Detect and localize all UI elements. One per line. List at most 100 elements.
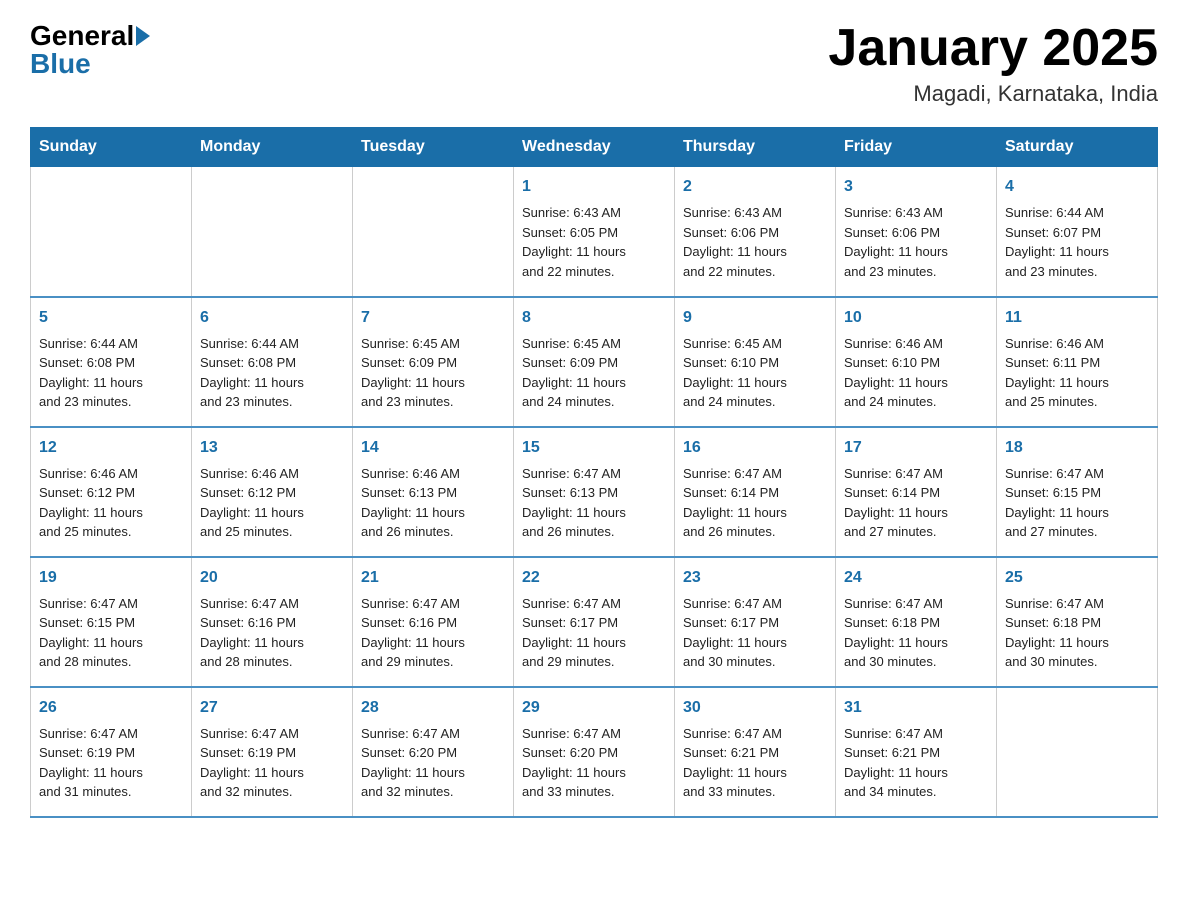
logo-blue-text: Blue [30, 48, 91, 79]
day-number: 15 [522, 436, 666, 460]
calendar-day-18: 18 Sunrise: 6:47 AM Sunset: 6:15 PM Dayli… [997, 427, 1158, 557]
day-info: Sunrise: 6:47 AM Sunset: 6:15 PM Dayligh… [39, 594, 183, 672]
calendar-empty-cell [353, 167, 514, 297]
day-info: Sunrise: 6:47 AM Sunset: 6:19 PM Dayligh… [200, 724, 344, 802]
calendar-day-7: 7 Sunrise: 6:45 AM Sunset: 6:09 PM Daylig… [353, 297, 514, 427]
calendar-day-27: 27 Sunrise: 6:47 AM Sunset: 6:19 PM Dayli… [192, 687, 353, 817]
day-info: Sunrise: 6:46 AM Sunset: 6:13 PM Dayligh… [361, 464, 505, 542]
day-info: Sunrise: 6:47 AM Sunset: 6:20 PM Dayligh… [522, 724, 666, 802]
day-number: 23 [683, 566, 827, 590]
calendar-day-11: 11 Sunrise: 6:46 AM Sunset: 6:11 PM Dayli… [997, 297, 1158, 427]
calendar-day-31: 31 Sunrise: 6:47 AM Sunset: 6:21 PM Dayli… [836, 687, 997, 817]
day-info: Sunrise: 6:45 AM Sunset: 6:10 PM Dayligh… [683, 334, 827, 412]
calendar-day-23: 23 Sunrise: 6:47 AM Sunset: 6:17 PM Dayli… [675, 557, 836, 687]
day-info: Sunrise: 6:45 AM Sunset: 6:09 PM Dayligh… [361, 334, 505, 412]
day-number: 7 [361, 306, 505, 330]
calendar-day-24: 24 Sunrise: 6:47 AM Sunset: 6:18 PM Dayli… [836, 557, 997, 687]
day-number: 11 [1005, 306, 1149, 330]
day-number: 24 [844, 566, 988, 590]
day-info: Sunrise: 6:43 AM Sunset: 6:05 PM Dayligh… [522, 203, 666, 281]
day-info: Sunrise: 6:47 AM Sunset: 6:21 PM Dayligh… [683, 724, 827, 802]
day-info: Sunrise: 6:46 AM Sunset: 6:12 PM Dayligh… [39, 464, 183, 542]
day-number: 14 [361, 436, 505, 460]
day-number: 28 [361, 696, 505, 720]
day-number: 6 [200, 306, 344, 330]
day-number: 8 [522, 306, 666, 330]
day-info: Sunrise: 6:47 AM Sunset: 6:14 PM Dayligh… [683, 464, 827, 542]
page-header: General Blue January 2025 Magadi, Karnat… [30, 20, 1158, 107]
calendar-day-5: 5Sunrise: 6:44 AM Sunset: 6:08 PM Daylig… [31, 297, 192, 427]
calendar-day-21: 21 Sunrise: 6:47 AM Sunset: 6:16 PM Dayli… [353, 557, 514, 687]
month-title: January 2025 [828, 20, 1158, 77]
day-info: Sunrise: 6:47 AM Sunset: 6:17 PM Dayligh… [683, 594, 827, 672]
day-info: Sunrise: 6:44 AM Sunset: 6:08 PM Dayligh… [200, 334, 344, 412]
day-info: Sunrise: 6:43 AM Sunset: 6:06 PM Dayligh… [844, 203, 988, 281]
day-info: Sunrise: 6:47 AM Sunset: 6:14 PM Dayligh… [844, 464, 988, 542]
calendar-week-row: 19 Sunrise: 6:47 AM Sunset: 6:15 PM Dayli… [31, 557, 1158, 687]
calendar-day-3: 3 Sunrise: 6:43 AM Sunset: 6:06 PM Daylig… [836, 167, 997, 297]
calendar-day-26: 26 Sunrise: 6:47 AM Sunset: 6:19 PM Dayli… [31, 687, 192, 817]
day-number: 30 [683, 696, 827, 720]
weekday-header-monday: Monday [192, 128, 353, 167]
day-number: 9 [683, 306, 827, 330]
calendar-week-row: 5Sunrise: 6:44 AM Sunset: 6:08 PM Daylig… [31, 297, 1158, 427]
calendar-day-4: 4 Sunrise: 6:44 AM Sunset: 6:07 PM Daylig… [997, 167, 1158, 297]
logo-arrow-icon [136, 26, 150, 46]
day-info: Sunrise: 6:46 AM Sunset: 6:12 PM Dayligh… [200, 464, 344, 542]
day-info: Sunrise: 6:44 AM Sunset: 6:07 PM Dayligh… [1005, 203, 1149, 281]
day-number: 26 [39, 696, 183, 720]
day-info: Sunrise: 6:47 AM Sunset: 6:15 PM Dayligh… [1005, 464, 1149, 542]
day-number: 16 [683, 436, 827, 460]
day-info: Sunrise: 6:43 AM Sunset: 6:06 PM Dayligh… [683, 203, 827, 281]
day-info: Sunrise: 6:47 AM Sunset: 6:21 PM Dayligh… [844, 724, 988, 802]
weekday-header-thursday: Thursday [675, 128, 836, 167]
calendar-day-29: 29 Sunrise: 6:47 AM Sunset: 6:20 PM Dayli… [514, 687, 675, 817]
day-info: Sunrise: 6:47 AM Sunset: 6:20 PM Dayligh… [361, 724, 505, 802]
calendar-day-20: 20Sunrise: 6:47 AM Sunset: 6:16 PM Dayli… [192, 557, 353, 687]
calendar-day-14: 14 Sunrise: 6:46 AM Sunset: 6:13 PM Dayli… [353, 427, 514, 557]
day-number: 4 [1005, 175, 1149, 199]
calendar-week-row: 1 Sunrise: 6:43 AM Sunset: 6:05 PM Daylig… [31, 167, 1158, 297]
calendar-header-row: SundayMondayTuesdayWednesdayThursdayFrid… [31, 128, 1158, 167]
day-number: 12 [39, 436, 183, 460]
calendar-empty-cell [192, 167, 353, 297]
day-number: 3 [844, 175, 988, 199]
calendar-day-16: 16 Sunrise: 6:47 AM Sunset: 6:14 PM Dayli… [675, 427, 836, 557]
day-info: Sunrise: 6:46 AM Sunset: 6:10 PM Dayligh… [844, 334, 988, 412]
day-info: Sunrise: 6:47 AM Sunset: 6:17 PM Dayligh… [522, 594, 666, 672]
day-number: 17 [844, 436, 988, 460]
day-info: Sunrise: 6:45 AM Sunset: 6:09 PM Dayligh… [522, 334, 666, 412]
logo: General Blue [30, 20, 152, 80]
day-info: Sunrise: 6:47 AM Sunset: 6:19 PM Dayligh… [39, 724, 183, 802]
day-number: 19 [39, 566, 183, 590]
location-title: Magadi, Karnataka, India [828, 81, 1158, 107]
day-number: 18 [1005, 436, 1149, 460]
day-info: Sunrise: 6:47 AM Sunset: 6:18 PM Dayligh… [844, 594, 988, 672]
calendar-week-row: 12 Sunrise: 6:46 AM Sunset: 6:12 PM Dayli… [31, 427, 1158, 557]
weekday-header-friday: Friday [836, 128, 997, 167]
weekday-header-wednesday: Wednesday [514, 128, 675, 167]
day-info: Sunrise: 6:46 AM Sunset: 6:11 PM Dayligh… [1005, 334, 1149, 412]
calendar-empty-cell [31, 167, 192, 297]
day-info: Sunrise: 6:47 AM Sunset: 6:18 PM Dayligh… [1005, 594, 1149, 672]
calendar-day-19: 19 Sunrise: 6:47 AM Sunset: 6:15 PM Dayli… [31, 557, 192, 687]
weekday-header-sunday: Sunday [31, 128, 192, 167]
weekday-header-saturday: Saturday [997, 128, 1158, 167]
day-number: 31 [844, 696, 988, 720]
calendar-day-10: 10 Sunrise: 6:46 AM Sunset: 6:10 PM Dayli… [836, 297, 997, 427]
day-info: Sunrise: 6:47 AM Sunset: 6:16 PM Dayligh… [200, 594, 344, 672]
calendar-day-28: 28 Sunrise: 6:47 AM Sunset: 6:20 PM Dayli… [353, 687, 514, 817]
calendar-day-15: 15Sunrise: 6:47 AM Sunset: 6:13 PM Dayli… [514, 427, 675, 557]
day-number: 21 [361, 566, 505, 590]
day-number: 1 [522, 175, 666, 199]
day-number: 10 [844, 306, 988, 330]
calendar-day-2: 2Sunrise: 6:43 AM Sunset: 6:06 PM Daylig… [675, 167, 836, 297]
weekday-header-tuesday: Tuesday [353, 128, 514, 167]
calendar-day-1: 1 Sunrise: 6:43 AM Sunset: 6:05 PM Daylig… [514, 167, 675, 297]
day-info: Sunrise: 6:44 AM Sunset: 6:08 PM Dayligh… [39, 334, 183, 412]
day-number: 27 [200, 696, 344, 720]
day-info: Sunrise: 6:47 AM Sunset: 6:16 PM Dayligh… [361, 594, 505, 672]
calendar-day-13: 13Sunrise: 6:46 AM Sunset: 6:12 PM Dayli… [192, 427, 353, 557]
day-number: 29 [522, 696, 666, 720]
calendar-day-22: 22Sunrise: 6:47 AM Sunset: 6:17 PM Dayli… [514, 557, 675, 687]
